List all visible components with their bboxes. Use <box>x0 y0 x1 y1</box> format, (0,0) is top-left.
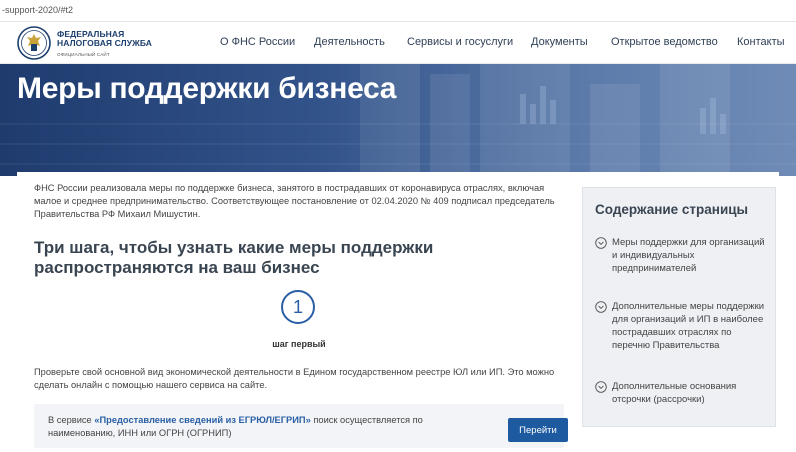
chevron-down-icon <box>595 381 607 393</box>
nav-documents[interactable]: Документы <box>531 36 588 48</box>
step-number-badge: 1 <box>281 290 315 324</box>
service-prefix: В сервисе <box>48 415 95 425</box>
chevron-down-icon <box>595 237 607 249</box>
nav-services[interactable]: Сервисы и госуслуги <box>407 36 513 48</box>
top-navigation: ФЕДЕРАЛЬНАЯ НАЛОГОВАЯ СЛУЖБА ОФИЦИАЛЬНЫЙ… <box>0 22 796 64</box>
service-box: В сервисе «Предоставление сведений из ЕГ… <box>34 404 568 448</box>
step-label: шаг первый <box>272 339 326 349</box>
url-text: -support-2020/#t2 <box>2 5 74 15</box>
egrul-service-link[interactable]: «Предоставление сведений из ЕГРЮЛ/ЕГРИП» <box>94 415 310 425</box>
chevron-down-icon <box>595 301 607 313</box>
site-logo[interactable]: ФЕДЕРАЛЬНАЯ НАЛОГОВАЯ СЛУЖБА ОФИЦИАЛЬНЫЙ… <box>57 30 152 59</box>
fns-emblem-icon[interactable] <box>17 26 51 60</box>
table-of-contents: Содержание страницы Меры поддержки для о… <box>582 187 776 427</box>
logo-line-3: ОФИЦИАЛЬНЫЙ САЙТ <box>57 52 110 57</box>
nav-open-agency[interactable]: Открытое ведомство <box>611 36 718 48</box>
toc-item-label: Меры поддержки для организаций и индивид… <box>612 237 765 274</box>
logo-line-2: НАЛОГОВАЯ СЛУЖБА <box>57 38 152 48</box>
toc-title: Содержание страницы <box>595 202 749 217</box>
nav-about[interactable]: О ФНС России <box>220 36 295 48</box>
page-title: Меры поддержки бизнеса <box>17 72 397 105</box>
nav-contacts[interactable]: Контакты <box>737 36 785 48</box>
nav-activity[interactable]: Деятельность <box>314 36 385 48</box>
hero-banner: Меры поддержки бизнеса <box>0 64 796 176</box>
go-button[interactable]: Перейти <box>508 418 568 442</box>
section-heading: Три шага, чтобы узнать какие меры поддер… <box>34 238 434 277</box>
toc-item-label: Дополнительные меры поддержки для органи… <box>612 301 765 351</box>
intro-text: ФНС России реализовала меры по поддержке… <box>34 183 555 219</box>
toc-item-label: Дополнительные основания отсрочки (расср… <box>612 381 737 405</box>
step-description: Проверьте свой основной вид экономическо… <box>34 367 555 390</box>
service-text: В сервисе «Предоставление сведений из ЕГ… <box>48 414 448 440</box>
address-bar[interactable]: -support-2020/#t2 <box>0 0 796 22</box>
